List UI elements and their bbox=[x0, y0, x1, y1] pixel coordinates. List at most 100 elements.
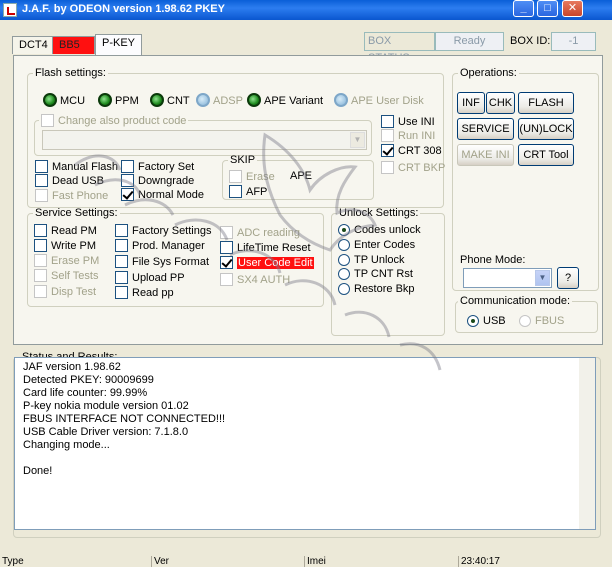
led-adsp[interactable]: ADSP bbox=[196, 93, 243, 108]
led-cnt[interactable]: CNT bbox=[150, 93, 190, 108]
checkbox-box bbox=[41, 114, 54, 127]
close-button[interactable]: ✕ bbox=[562, 0, 583, 17]
checkbox-box bbox=[229, 170, 242, 183]
led-ppm[interactable]: PPM bbox=[98, 93, 139, 108]
enter-codes-radio[interactable]: Enter Codes bbox=[338, 239, 415, 252]
read-pp-checkbox[interactable]: Read pp bbox=[115, 286, 174, 300]
statusbar-ver: Ver bbox=[151, 556, 303, 567]
skip-afp-checkbox[interactable]: AFP bbox=[229, 185, 267, 199]
checkbox-box bbox=[34, 254, 47, 267]
window-title: J.A.F. by ODEON version 1.98.62 PKEY bbox=[22, 3, 225, 15]
run-ini-checkbox[interactable]: Run INI bbox=[381, 129, 435, 143]
erase-pm-checkbox[interactable]: Erase PM bbox=[34, 254, 99, 268]
tab-pkey[interactable]: P-KEY bbox=[95, 34, 143, 55]
checkbox-box bbox=[35, 174, 48, 187]
maximize-button[interactable]: □ bbox=[537, 0, 558, 17]
factory-set-checkbox[interactable]: Factory Set bbox=[121, 160, 194, 174]
service-button[interactable]: SERVICE bbox=[457, 118, 514, 140]
tp-unlock-radio[interactable]: TP Unlock bbox=[338, 254, 405, 267]
log-line: JAF version 1.98.62 bbox=[23, 361, 121, 373]
change-product-checkbox[interactable]: Change also product code bbox=[39, 114, 188, 127]
product-code-combo[interactable]: ▼ bbox=[42, 130, 367, 150]
status-bar: Type Ver Imei 23:40:17 bbox=[0, 556, 612, 567]
lifetime-reset-checkbox[interactable]: LifeTime Reset bbox=[220, 241, 311, 255]
fast-phone-checkbox[interactable]: Fast Phone bbox=[35, 189, 108, 203]
help-button[interactable]: ? bbox=[557, 267, 579, 289]
checkbox-box bbox=[220, 241, 233, 254]
log-line: USB Cable Driver version: 7.1.8.0 bbox=[23, 426, 189, 438]
read-pm-checkbox[interactable]: Read PM bbox=[34, 224, 97, 238]
usb-radio[interactable]: USB bbox=[467, 315, 506, 328]
factory-settings-checkbox[interactable]: Factory Settings bbox=[115, 224, 211, 238]
crt-tool-button[interactable]: CRT Tool bbox=[518, 144, 574, 166]
checkbox-box bbox=[115, 255, 128, 268]
tab-dct4[interactable]: DCT4 bbox=[12, 36, 55, 54]
tp-cnt-rst-radio[interactable]: TP CNT Rst bbox=[338, 268, 413, 281]
led-ape-user-disk[interactable]: APE User Disk bbox=[334, 93, 424, 108]
normal-mode-checkbox[interactable]: Normal Mode bbox=[121, 188, 204, 202]
statusbar-imei: Imei bbox=[304, 556, 456, 567]
radio-circle bbox=[338, 268, 350, 280]
user-code-edit-checkbox[interactable]: User Code Edit bbox=[220, 256, 314, 270]
radio-circle bbox=[519, 315, 531, 327]
checkbox-box bbox=[121, 174, 134, 187]
crt-bkp-checkbox[interactable]: CRT BKP bbox=[381, 161, 445, 175]
checkbox-box bbox=[229, 185, 242, 198]
unlock-button[interactable]: (UN)LOCK bbox=[518, 118, 574, 140]
use-ini-checkbox[interactable]: Use INI bbox=[381, 115, 435, 129]
skip-erase-checkbox[interactable]: Erase bbox=[229, 170, 275, 184]
statusbar-time: 23:40:17 bbox=[458, 556, 612, 567]
radio-circle bbox=[338, 224, 350, 236]
upload-pp-checkbox[interactable]: Upload PP bbox=[115, 271, 185, 285]
checkbox-box bbox=[121, 160, 134, 173]
prod-manager-checkbox[interactable]: Prod. Manager bbox=[115, 239, 205, 253]
chk-button[interactable]: CHK bbox=[486, 92, 515, 114]
checkbox-box bbox=[34, 224, 47, 237]
checkbox-box bbox=[34, 239, 47, 252]
checkbox-box bbox=[121, 188, 134, 201]
phone-mode-combo[interactable]: ▼ bbox=[463, 268, 552, 288]
disp-test-checkbox[interactable]: Disp Test bbox=[34, 285, 96, 299]
checkbox-box bbox=[381, 115, 394, 128]
checkbox-box bbox=[220, 273, 233, 286]
adc-reading-checkbox[interactable]: ADC reading bbox=[220, 226, 300, 240]
inf-button[interactable]: INF bbox=[457, 92, 485, 114]
dead-usb-checkbox[interactable]: Dead USB bbox=[35, 174, 104, 188]
service-settings-legend: Service Settings: bbox=[35, 207, 118, 219]
tab-bb5[interactable]: BB5 bbox=[52, 36, 95, 54]
make-ini-button[interactable]: MAKE INI bbox=[457, 144, 514, 166]
sx4-auth-checkbox[interactable]: SX4 AUTH bbox=[220, 273, 290, 287]
checkbox-box bbox=[35, 189, 48, 202]
unlock-settings-legend: Unlock Settings: bbox=[339, 207, 419, 219]
led-ape-variant[interactable]: APE Variant bbox=[247, 93, 323, 108]
file-sys-format-checkbox[interactable]: File Sys Format bbox=[115, 255, 209, 269]
flash-button[interactable]: FLASH bbox=[518, 92, 574, 114]
downgrade-checkbox[interactable]: Downgrade bbox=[121, 174, 194, 188]
chevron-down-icon: ▼ bbox=[535, 270, 550, 286]
log-scrollbar[interactable] bbox=[579, 358, 595, 529]
radio-circle bbox=[338, 283, 350, 295]
led-mcu[interactable]: MCU bbox=[43, 93, 85, 108]
led-icon bbox=[150, 93, 164, 107]
app-icon bbox=[3, 3, 17, 17]
box-status-value: Ready bbox=[435, 32, 504, 51]
minimize-button[interactable]: _ bbox=[513, 0, 534, 17]
radio-circle bbox=[338, 239, 350, 251]
codes-unlock-radio[interactable]: Codes unlock bbox=[338, 224, 421, 237]
restore-bkp-radio[interactable]: Restore Bkp bbox=[338, 283, 415, 296]
box-id-value: -1 bbox=[551, 32, 596, 51]
communication-legend: Communication mode: bbox=[460, 295, 571, 307]
manual-flash-checkbox[interactable]: Manual Flash bbox=[35, 160, 118, 174]
skip-ape-label: APE bbox=[290, 170, 313, 182]
chevron-down-icon: ▼ bbox=[350, 132, 365, 148]
fbus-radio[interactable]: FBUS bbox=[519, 315, 564, 328]
crt308-checkbox[interactable]: CRT 308 bbox=[381, 144, 442, 158]
status-log[interactable]: JAF version 1.98.62 Detected PKEY: 90009… bbox=[14, 357, 596, 530]
write-pm-checkbox[interactable]: Write PM bbox=[34, 239, 96, 253]
checkbox-box bbox=[34, 269, 47, 282]
led-icon bbox=[196, 93, 210, 107]
checkbox-box bbox=[115, 224, 128, 237]
box-status-label: BOX STATUS: bbox=[364, 32, 435, 64]
checkbox-box bbox=[115, 271, 128, 284]
self-tests-checkbox[interactable]: Self Tests bbox=[34, 269, 99, 283]
